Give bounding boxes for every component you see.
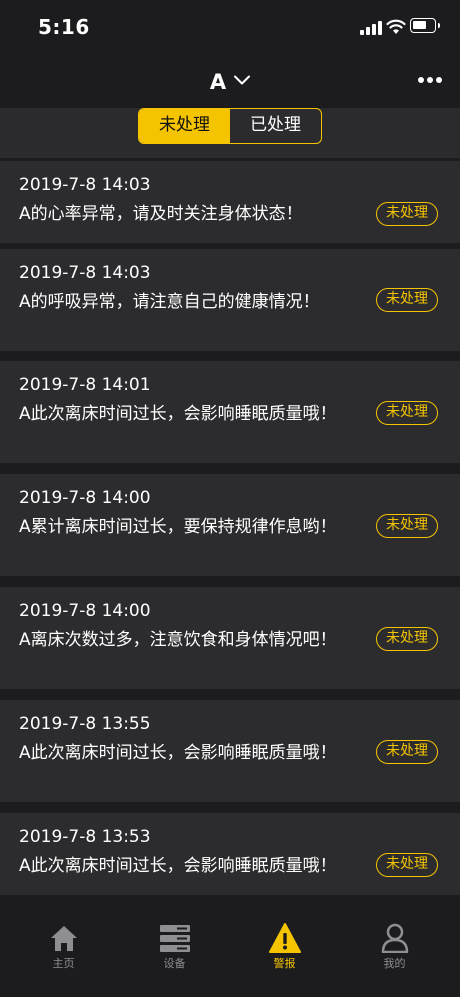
tab-profile[interactable]: 我的 (337, 895, 452, 975)
device-icon (160, 925, 190, 952)
alert-item[interactable]: 2019-7-8 13:53 A此次离床时间过长，会影响睡眠质量哦！ 未处理 (0, 813, 460, 894)
alert-message: A累计离床时间过长，要保持规律作息哟！ (19, 517, 337, 537)
alert-list: 2019-7-8 14:03 A的心率异常，请及时关注身体状态！ 未处理 201… (0, 158, 460, 894)
tab-alert-label: 警报 (273, 957, 296, 970)
alert-item[interactable]: 2019-7-8 13:55 A此次离床时间过长，会影响睡眠质量哦！ 未处理 (0, 700, 460, 802)
alert-time: 2019-7-8 14:03 (19, 263, 151, 283)
alert-message: A的心率异常，请及时关注身体状态！ (19, 204, 303, 224)
alert-time: 2019-7-8 14:01 (19, 375, 151, 395)
more-menu-icon[interactable] (418, 77, 442, 85)
alert-message: A此次离床时间过长，会影响睡眠质量哦！ (19, 856, 337, 876)
alert-status-badge[interactable]: 未处理 (376, 401, 438, 425)
battery-icon (410, 18, 440, 33)
alert-status-badge[interactable]: 未处理 (376, 514, 438, 538)
tab-home[interactable]: 主页 (6, 895, 121, 975)
wifi-icon (386, 19, 406, 34)
status-segmented-control: 未处理 已处理 (138, 108, 322, 144)
alert-message: A此次离床时间过长，会影响睡眠质量哦！ (19, 743, 337, 763)
tab-alert[interactable]: 警报 (227, 895, 342, 975)
alert-item[interactable]: 2019-7-8 14:01 A此次离床时间过长，会影响睡眠质量哦！ 未处理 (0, 361, 460, 463)
device-selector[interactable]: A (0, 70, 460, 94)
filter-bar: 未处理 已处理 (0, 108, 460, 158)
alert-status-badge[interactable]: 未处理 (376, 740, 438, 764)
alert-item[interactable]: 2019-7-8 14:03 A的呼吸异常，请注意自己的健康情况！ 未处理 (0, 249, 460, 351)
alert-status-badge[interactable]: 未处理 (376, 853, 438, 877)
segment-unprocessed[interactable]: 未处理 (139, 109, 230, 143)
nav-title: A (209, 70, 227, 94)
alert-time: 2019-7-8 14:00 (19, 488, 151, 508)
alert-time: 2019-7-8 14:03 (19, 175, 151, 195)
alert-message: A此次离床时间过长，会影响睡眠质量哦！ (19, 404, 337, 424)
alert-item[interactable]: 2019-7-8 14:03 A的心率异常，请及时关注身体状态！ 未处理 (0, 161, 460, 243)
alert-time: 2019-7-8 14:00 (19, 601, 151, 621)
alert-icon (269, 923, 301, 953)
tab-device[interactable]: 设备 (117, 895, 232, 975)
alert-message: A的呼吸异常，请注意自己的健康情况！ (19, 292, 320, 312)
alert-item[interactable]: 2019-7-8 14:00 A累计离床时间过长，要保持规律作息哟！ 未处理 (0, 474, 460, 576)
alert-message: A离床次数过多，注意饮食和身体情况吧！ (19, 630, 337, 650)
nav-bar: A (0, 56, 460, 108)
tab-device-label: 设备 (163, 957, 186, 970)
alert-status-badge[interactable]: 未处理 (376, 627, 438, 651)
alert-time: 2019-7-8 13:53 (19, 827, 151, 847)
tab-bar: 主页 设备 警报 我的 (0, 894, 460, 997)
tab-home-label: 主页 (52, 957, 75, 970)
chevron-down-icon (234, 75, 251, 85)
alert-status-badge[interactable]: 未处理 (376, 202, 438, 226)
status-time: 5:16 (38, 15, 90, 39)
alert-time: 2019-7-8 13:55 (19, 714, 151, 734)
profile-icon (381, 923, 409, 953)
alert-item[interactable]: 2019-7-8 14:00 A离床次数过多，注意饮食和身体情况吧！ 未处理 (0, 587, 460, 689)
segment-processed[interactable]: 已处理 (230, 109, 321, 143)
alert-status-badge[interactable]: 未处理 (376, 288, 438, 312)
home-icon (51, 926, 77, 951)
tab-profile-label: 我的 (383, 957, 406, 970)
status-bar: 5:16 (0, 0, 460, 56)
cellular-signal-icon (360, 21, 382, 35)
